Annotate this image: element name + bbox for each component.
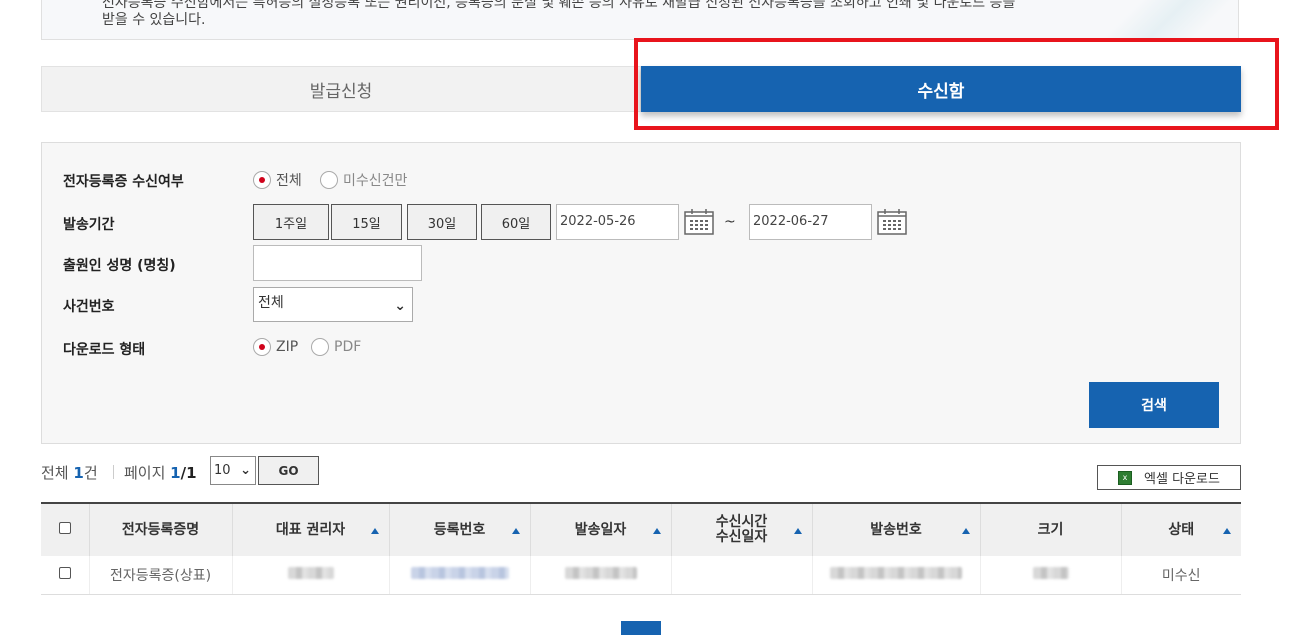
radio-format-pdf[interactable]: PDF xyxy=(311,338,361,356)
col-reg-number[interactable]: 등록번호 xyxy=(388,503,530,556)
row-checkbox-cell[interactable] xyxy=(41,556,89,595)
redacted-value xyxy=(830,567,962,579)
case-number-label: 사건번호 xyxy=(63,299,115,315)
applicant-name-input[interactable] xyxy=(253,245,422,281)
table-header-row: 전자등록증명 대표 권리자 등록번호 발송일자 수신시간 수신일자 발송번호 크기… xyxy=(41,503,1241,556)
case-number-select[interactable]: 전체 ⌄ xyxy=(253,287,413,322)
redacted-value xyxy=(1032,567,1069,579)
col-size: 크기 xyxy=(979,503,1121,556)
date-to-input[interactable]: 2022-06-27 xyxy=(749,204,872,240)
col-cert-name: 전자등록증명 xyxy=(88,503,232,556)
sort-up-icon[interactable] xyxy=(652,528,661,534)
page-size-value: 10 xyxy=(214,463,231,478)
reg-number-cell xyxy=(388,556,530,595)
col-holder[interactable]: 대표 권리자 xyxy=(231,503,389,556)
radio-format-zip[interactable]: ZIP xyxy=(253,338,298,356)
tab-apply[interactable]: 발급신청 xyxy=(41,66,641,112)
calendar-icon[interactable] xyxy=(684,209,714,235)
date-range-separator: ~ xyxy=(724,214,736,230)
chevron-down-icon: ⌄ xyxy=(394,298,406,314)
send-number-cell xyxy=(811,556,980,595)
download-format-label: 다운로드 형태 xyxy=(63,342,146,358)
calendar-icon[interactable] xyxy=(877,209,907,235)
radio-selected-icon xyxy=(253,338,271,356)
notice-decoration xyxy=(1058,0,1238,41)
excel-download-button[interactable]: x 엑셀 다운로드 xyxy=(1097,465,1241,490)
period-60days-button[interactable]: 60일 xyxy=(481,204,551,240)
redacted-value xyxy=(564,567,637,579)
go-button[interactable]: GO xyxy=(258,456,319,485)
sort-up-icon[interactable] xyxy=(793,528,802,534)
notice-line-1: 전자등록증 수신함에서는 특허등의 설정등록 또는 권리이전, 등록증의 분실 … xyxy=(102,0,1016,11)
sort-up-icon[interactable] xyxy=(511,528,520,534)
notice-text: 전자등록증 수신함에서는 특허등의 설정등록 또는 권리이전, 등록증의 분실 … xyxy=(102,0,1015,29)
pagination-current-page[interactable] xyxy=(621,621,661,635)
radio-empty-icon xyxy=(320,171,338,189)
select-all-checkbox-cell[interactable] xyxy=(41,503,89,556)
notice-line-2: 받을 수 있습니다. xyxy=(102,12,206,28)
table-row[interactable]: 전자등록증(상표) 미수신 xyxy=(41,556,1241,595)
date-from-input[interactable]: 2022-05-26 xyxy=(556,204,679,240)
results-table: 전자등록증명 대표 권리자 등록번호 발송일자 수신시간 수신일자 발송번호 크기… xyxy=(41,502,1241,595)
radio-receive-all[interactable]: 전체 xyxy=(253,170,302,190)
send-date-cell xyxy=(529,556,671,595)
page-indicator: 페이지 1/1 xyxy=(124,464,197,482)
radio-receive-unread[interactable]: 미수신건만 xyxy=(320,170,407,190)
col-send-date[interactable]: 발송일자 xyxy=(529,503,671,556)
row-checkbox[interactable] xyxy=(58,567,71,579)
size-cell xyxy=(979,556,1121,595)
total-count: 전체 1건 xyxy=(41,464,98,482)
sort-up-icon[interactable] xyxy=(370,528,379,534)
period-label: 발송기간 xyxy=(63,217,115,233)
chevron-down-icon: ⌄ xyxy=(240,463,251,478)
period-15days-button[interactable]: 15일 xyxy=(331,204,402,240)
receive-date-cell xyxy=(670,556,812,595)
search-panel xyxy=(41,142,1241,444)
red-highlight-box xyxy=(634,38,1279,130)
redacted-value xyxy=(287,567,334,579)
notice-box: 전자등록증 수신함에서는 특허등의 설정등록 또는 권리이전, 등록증의 분실 … xyxy=(41,0,1239,41)
cert-name-cell[interactable]: 전자등록증(상표) xyxy=(88,556,232,595)
case-number-selected: 전체 xyxy=(258,295,284,311)
divider xyxy=(113,465,114,479)
holder-cell xyxy=(231,556,389,595)
excel-icon: x xyxy=(1118,470,1133,485)
applicant-name-label: 출원인 성명 (명칭) xyxy=(63,258,176,274)
period-30days-button[interactable]: 30일 xyxy=(407,204,477,240)
sort-up-icon[interactable] xyxy=(961,528,970,534)
receive-status-label: 전자등록증 수신여부 xyxy=(63,174,184,190)
sort-up-icon[interactable] xyxy=(1223,528,1231,534)
col-send-number[interactable]: 발송번호 xyxy=(811,503,980,556)
col-receive-time[interactable]: 수신시간 수신일자 xyxy=(670,503,812,556)
redacted-value xyxy=(410,567,509,579)
search-button[interactable]: 검색 xyxy=(1089,382,1219,428)
radio-empty-icon xyxy=(311,338,329,356)
page-size-select[interactable]: 10 ⌄ xyxy=(210,456,256,485)
radio-selected-icon xyxy=(253,171,271,189)
period-1week-button[interactable]: 1주일 xyxy=(253,204,329,240)
col-status[interactable]: 상태 xyxy=(1120,503,1241,556)
status-cell: 미수신 xyxy=(1120,556,1241,595)
select-all-checkbox[interactable] xyxy=(58,522,71,534)
